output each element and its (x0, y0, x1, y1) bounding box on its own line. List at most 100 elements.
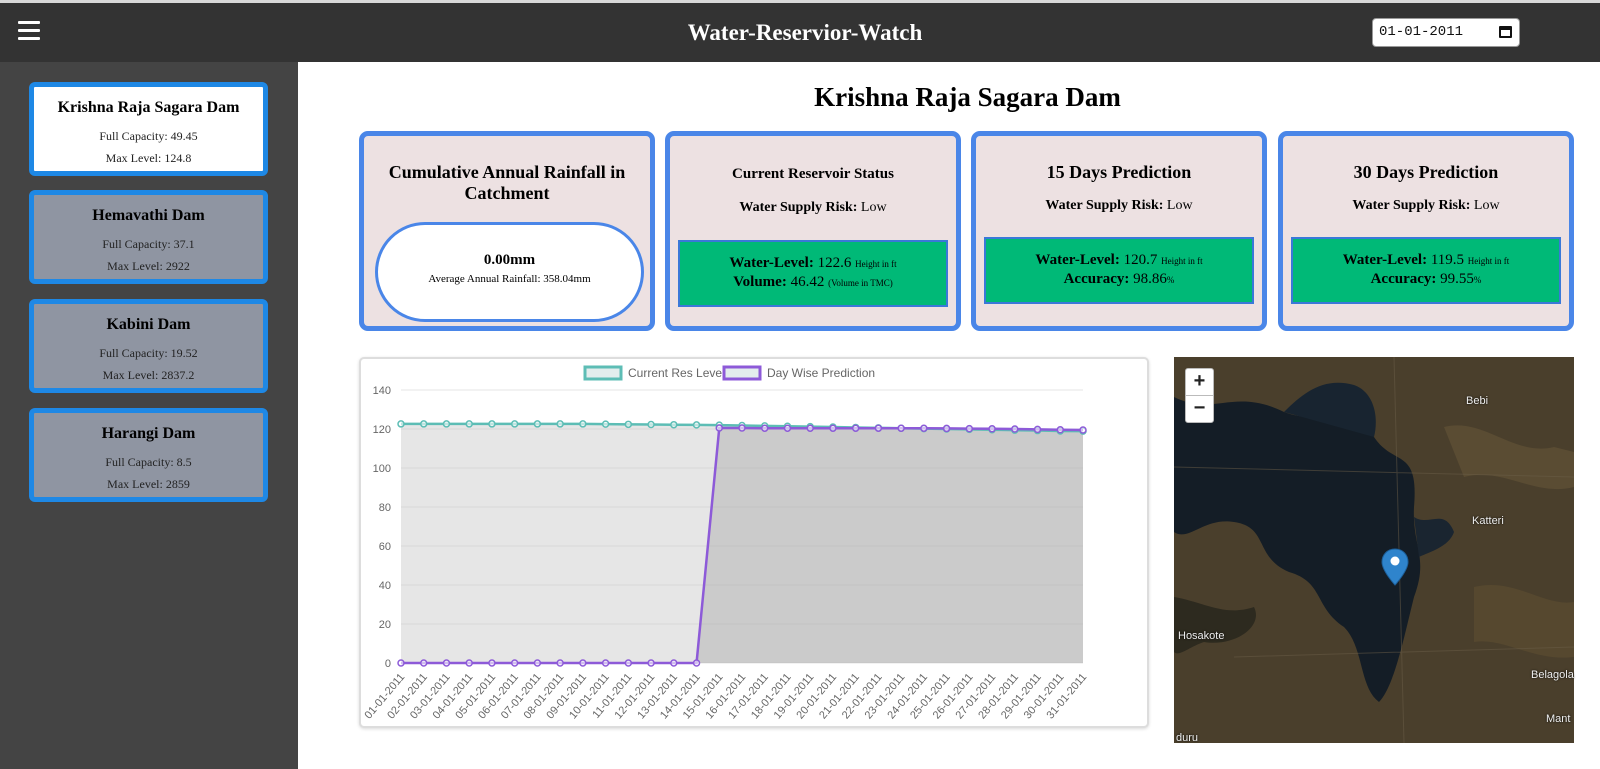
calendar-icon[interactable] (1499, 26, 1512, 38)
accuracy-label: Accuracy: (1063, 271, 1130, 287)
dam-card-krishna-raja-sagara[interactable]: Krishna Raja Sagara Dam Full Capacity: 4… (29, 82, 268, 176)
data-point (442, 659, 451, 667)
dam-max-level: Max Level: 124.8 (105, 151, 192, 165)
data-point (874, 424, 883, 432)
map-view[interactable] (1174, 357, 1574, 743)
data-point (851, 424, 860, 432)
date-input[interactable]: 01-01-2011 (1372, 18, 1520, 47)
data-point (783, 424, 792, 432)
prediction-15-card: 15 Days Prediction Water Supply Risk: Lo… (971, 131, 1267, 331)
data-point (442, 420, 451, 428)
risk-value: Low (1473, 198, 1500, 213)
data-point (670, 420, 678, 429)
satellite-map-image (1174, 357, 1574, 743)
legend-label: Day Wise Prediction (767, 366, 875, 380)
zoom-out-button[interactable]: − (1185, 395, 1214, 423)
water-level-label: Water-Level: (1035, 252, 1120, 268)
chart-svg: 02040608010012014001-01-201102-01-201103… (362, 365, 1089, 721)
data-point (397, 659, 405, 667)
risk-label: Water Supply Risk: (739, 200, 858, 215)
sidebar: Krishna Raja Sagara Dam Full Capacity: 4… (0, 62, 298, 769)
dam-max-level: Max Level: 2837.2 (102, 368, 195, 382)
data-point (488, 420, 496, 428)
zoom-in-button[interactable]: + (1185, 368, 1214, 396)
dam-full-capacity: Full Capacity: 19.52 (99, 346, 198, 360)
y-tick-label: 60 (379, 541, 391, 553)
water-level-unit: Height in ft (1161, 256, 1203, 266)
accuracy-line: Accuracy: 98.86% (986, 270, 1252, 289)
data-point (419, 659, 428, 667)
map-label-belagola: Belagola (1531, 669, 1574, 681)
data-point (1011, 425, 1019, 433)
y-tick-label: 0 (385, 658, 391, 670)
app-header: Water-Reservior-Watch 01-01-2011 (0, 3, 1600, 62)
data-point (988, 425, 996, 433)
data-point (556, 420, 564, 428)
dam-name: Hemavathi Dam (92, 207, 205, 224)
data-point (942, 424, 951, 433)
data-point (465, 659, 473, 667)
risk-value: Low (1166, 198, 1193, 213)
page-title: Krishna Raja Sagara Dam (814, 82, 1121, 112)
accuracy-unit: % (1166, 275, 1175, 285)
map-label-bebi: Bebi (1466, 395, 1489, 407)
data-point (738, 424, 746, 432)
dam-card-hemavathi[interactable]: Hemavathi Dam Full Capacity: 37.1 Max Le… (29, 190, 268, 284)
map-label-hosakote: Hosakote (1178, 630, 1225, 642)
accuracy-value: 98.86 (1133, 271, 1167, 287)
data-point (806, 424, 814, 432)
data-point (897, 424, 905, 432)
prediction-30-card: 30 Days Prediction Water Supply Risk: Lo… (1278, 131, 1574, 331)
risk-value: Low (860, 200, 887, 215)
water-level-label: Water-Level: (729, 255, 814, 271)
accuracy-line: Accuracy: 99.55% (1293, 270, 1559, 289)
dam-name: Krishna Raja Sagara Dam (57, 99, 240, 116)
dam-name: Harangi Dam (101, 425, 196, 442)
data-point (670, 659, 678, 667)
y-tick-label: 120 (373, 424, 391, 436)
dam-max-level: Max Level: 2859 (107, 477, 190, 491)
data-point (965, 424, 974, 433)
risk-label: Water Supply Risk: (1045, 198, 1164, 213)
volume-label: Volume: (733, 274, 787, 290)
volume-value: 46.42 (790, 274, 825, 290)
y-tick-label: 80 (379, 502, 391, 514)
data-point (488, 659, 496, 667)
data-point (510, 420, 519, 428)
prediction-30-box: Water-Level: 119.5 Height in ft Accuracy… (1291, 237, 1561, 304)
data-point (715, 424, 724, 432)
dam-card-kabini[interactable]: Kabini Dam Full Capacity: 19.52 Max Leve… (29, 299, 268, 393)
dam-full-capacity: Full Capacity: 49.45 (99, 129, 198, 143)
water-level-line: Water-Level: 119.5 Height in ft (1293, 251, 1559, 270)
data-point (556, 659, 564, 667)
dam-max-level: Max Level: 2922 (107, 259, 190, 273)
prediction-15-title: 15 Days Prediction (1046, 162, 1192, 182)
data-point (1079, 426, 1087, 434)
app-title: Water-Reservior-Watch (687, 20, 923, 45)
rainfall-pill: 0.00mm Average Annual Rainfall: 358.04mm (375, 222, 644, 322)
map-label-duru: duru (1176, 732, 1199, 744)
dam-card-harangi[interactable]: Harangi Dam Full Capacity: 8.5 Max Level… (29, 408, 268, 502)
water-level-value: 119.5 (1430, 252, 1465, 268)
dam-name: Kabini Dam (106, 316, 191, 333)
date-input-value: 01-01-2011 (1379, 24, 1464, 40)
data-point (829, 424, 837, 432)
prediction-30-title: 30 Days Prediction (1353, 162, 1499, 182)
water-level-unit: Height in ft (855, 259, 897, 269)
supply-risk: Water Supply Risk: Low (1283, 198, 1569, 214)
data-point (692, 659, 701, 667)
legend-label: Current Res Level (628, 366, 725, 380)
rainfall-average: Average Annual Rainfall: 358.04mm (428, 273, 591, 285)
y-tick-label: 40 (379, 580, 391, 592)
rainfall-value: 0.00mm (483, 252, 536, 268)
volume-unit: (Volume in TMC) (828, 278, 893, 288)
rainfall-card-title: Cumulative Annual Rainfall in Catchment (388, 162, 626, 203)
dam-full-capacity: Full Capacity: 37.1 (102, 237, 195, 251)
volume-line: Volume: 46.42 (Volume in TMC) (680, 273, 946, 292)
data-point (601, 420, 610, 428)
map-marker-icon[interactable] (1381, 548, 1409, 586)
accuracy-unit: % (1473, 275, 1482, 285)
dam-full-capacity: Full Capacity: 8.5 (105, 455, 192, 469)
data-point (624, 659, 633, 667)
current-status-title: Current Reservoir Status (732, 166, 894, 182)
